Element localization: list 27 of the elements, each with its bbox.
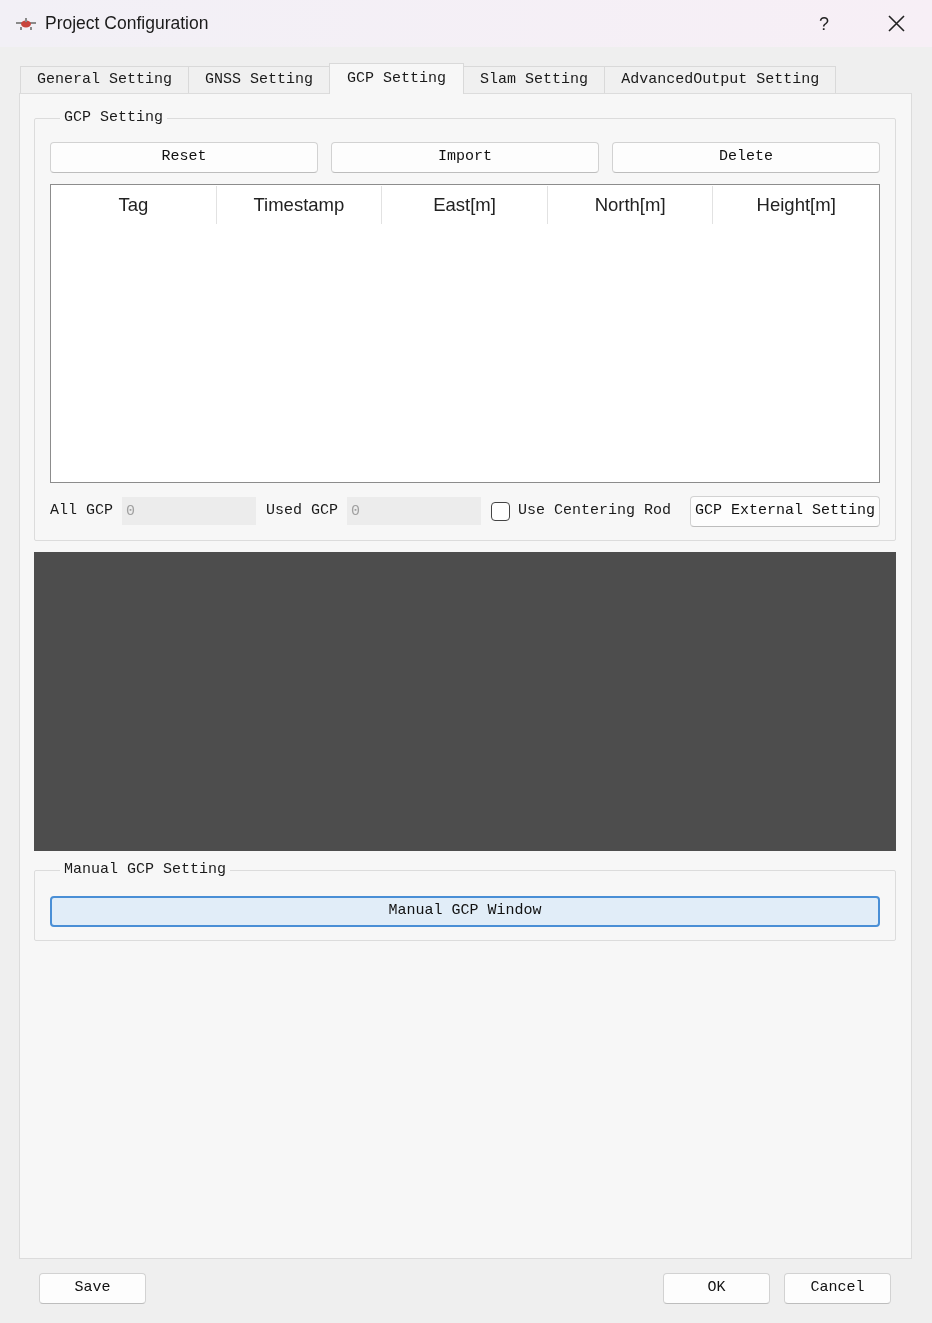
tab[interactable]: AdvancedOutput Setting: [604, 66, 837, 93]
column-header: Tag: [51, 186, 217, 224]
group-title: Manual GCP Setting: [63, 861, 228, 879]
checkbox-label[interactable]: Use Centering Rod: [518, 499, 672, 523]
help-button[interactable]: ?: [813, 12, 835, 35]
window-title: Project Configuration: [45, 12, 209, 36]
column-header: North[m]: [547, 186, 714, 224]
close-button[interactable]: [888, 15, 905, 32]
action-button[interactable]: Delete: [612, 142, 880, 173]
manual-window-button[interactable]: Manual GCP Window: [50, 896, 880, 927]
checkbox[interactable]: [491, 501, 511, 521]
external-setting-button[interactable]: GCP External Setting: [689, 495, 880, 527]
field-label: All GCP: [50, 500, 113, 521]
tab[interactable]: GCP Setting: [329, 63, 465, 94]
field-label: Used GCP: [266, 500, 339, 521]
column-header: Height[m]: [755, 193, 837, 218]
tab[interactable]: General Setting: [20, 66, 190, 93]
footer-button[interactable]: Cancel: [784, 1273, 891, 1304]
close-icon: [888, 15, 905, 32]
action-button[interactable]: Reset: [50, 142, 318, 173]
group-title: GCP Setting: [63, 109, 165, 127]
footer-button[interactable]: Save: [39, 1273, 146, 1304]
footer-button[interactable]: OK: [663, 1273, 770, 1304]
column-header: Timestamp: [216, 186, 383, 224]
action-button[interactable]: Import: [331, 142, 599, 173]
column-header: East[m]: [382, 186, 548, 224]
logo-icon: [16, 17, 36, 30]
